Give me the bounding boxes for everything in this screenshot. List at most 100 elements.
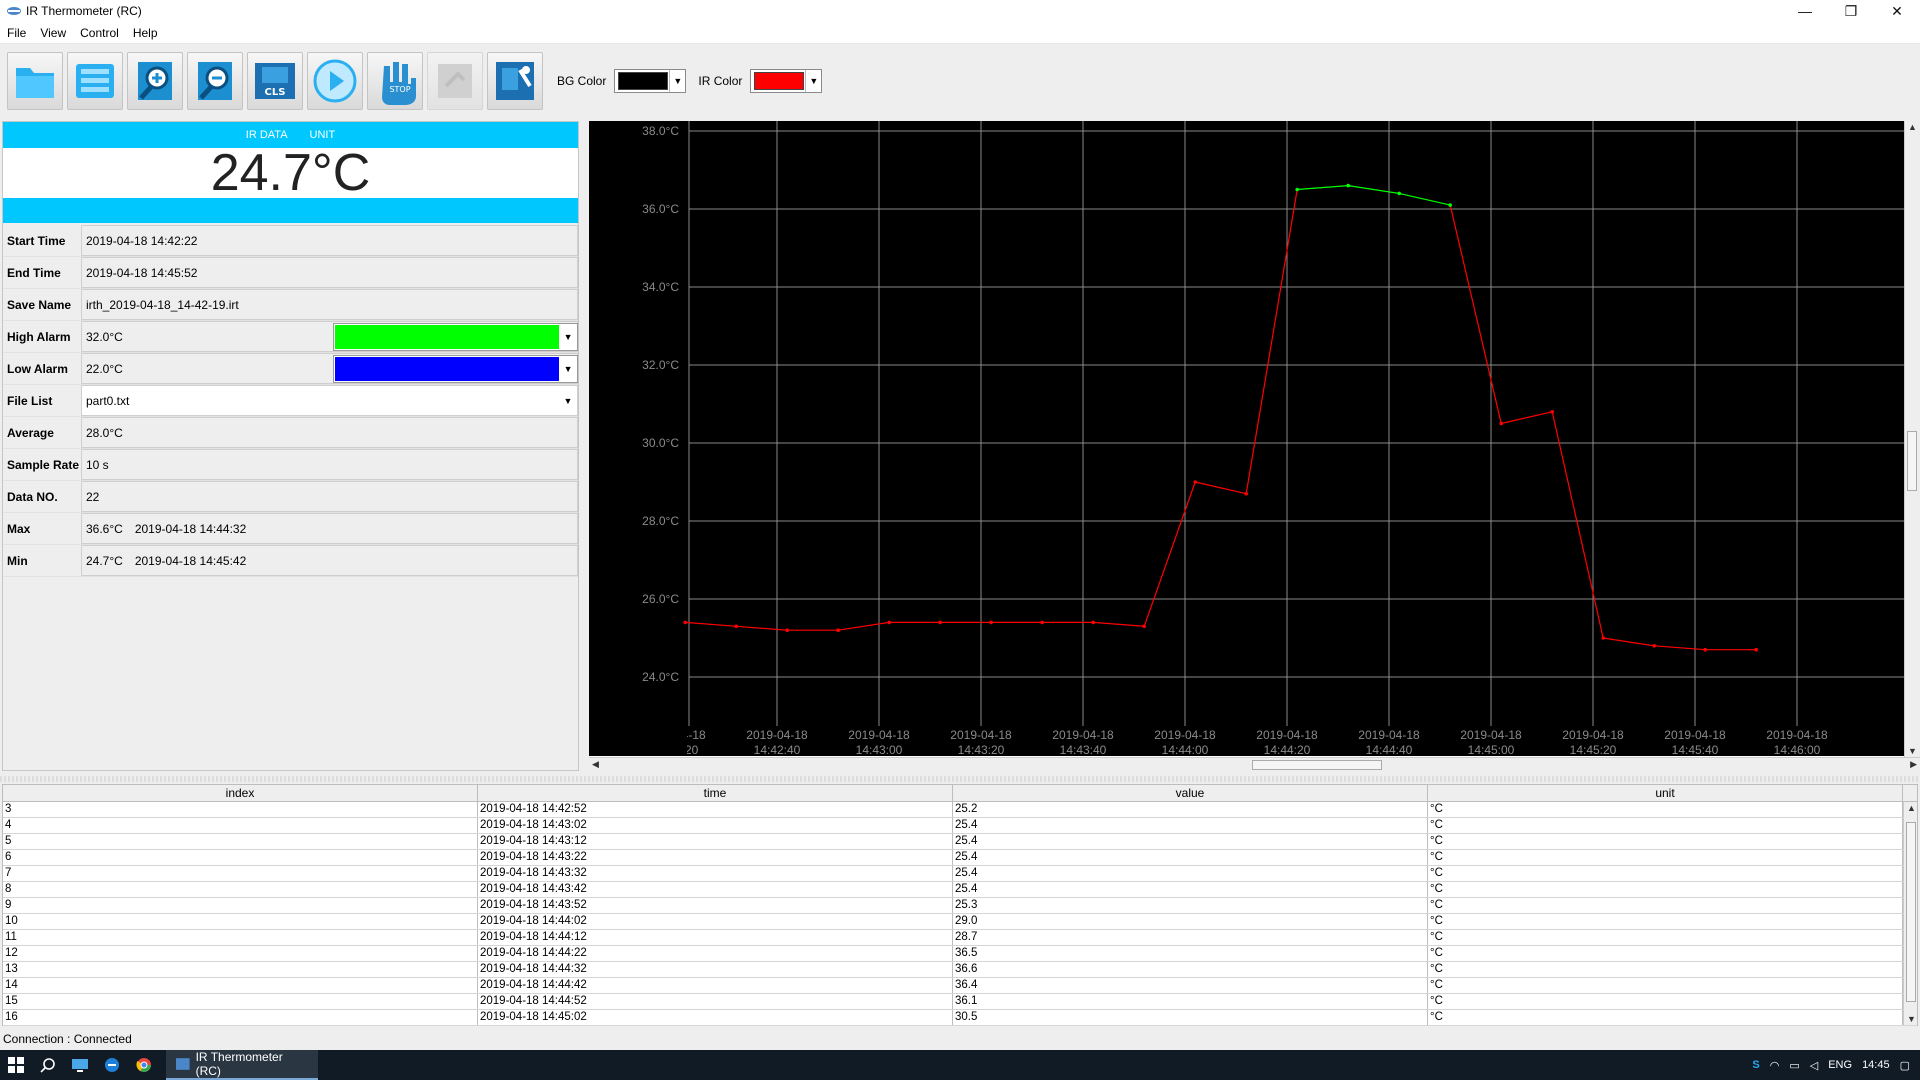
minimize-button[interactable]: — xyxy=(1782,0,1828,22)
table-row[interactable]: 4 2019-04-18 14:43:02 25.4 °C xyxy=(3,818,1917,834)
table-row[interactable]: 9 2019-04-18 14:43:52 25.3 °C xyxy=(3,898,1917,914)
scroll-down-icon[interactable]: ▼ xyxy=(1908,746,1917,756)
skype-icon[interactable]: S xyxy=(1752,1059,1759,1071)
series-segment xyxy=(1449,204,1502,424)
data-no-label: Data NO. xyxy=(7,489,58,504)
table-row[interactable]: 11 2019-04-18 14:44:12 28.7 °C xyxy=(3,930,1917,946)
menu-file[interactable]: File xyxy=(0,26,33,40)
taskbar: IR Thermometer (RC) S ◠ ▭ ◁ ENG 14:45 ▢ xyxy=(0,1050,1920,1080)
stop-label: STOP xyxy=(389,85,410,94)
table-row[interactable]: 6 2019-04-18 14:43:22 25.4 °C xyxy=(3,850,1917,866)
app-icon xyxy=(7,7,21,15)
y-tick-label: 28.0°C xyxy=(642,514,679,528)
battery-icon[interactable]: ▭ xyxy=(1789,1059,1799,1072)
chart-vscroll-thumb[interactable] xyxy=(1907,431,1917,491)
menu-help[interactable]: Help xyxy=(126,26,165,40)
low-alarm-color-select[interactable]: ▼ xyxy=(333,355,578,383)
table-row[interactable]: 3 2019-04-18 14:42:52 25.2 °C xyxy=(3,802,1917,818)
scroll-down-icon[interactable]: ▼ xyxy=(1907,1014,1916,1024)
save-button[interactable] xyxy=(67,52,123,110)
wifi-icon[interactable]: ◠ xyxy=(1770,1059,1780,1072)
chart-horizontal-scrollbar[interactable]: ◀ ▶ xyxy=(589,757,1920,771)
ir-color-select[interactable]: ▼ xyxy=(750,69,823,93)
y-tick-label: 26.0°C xyxy=(642,592,679,606)
cell-unit: °C xyxy=(1428,850,1903,865)
col-index-header[interactable]: index xyxy=(3,785,478,801)
desktop-icon[interactable] xyxy=(64,1050,96,1080)
x-tick-time: 14:44:00 xyxy=(1162,743,1209,756)
col-value-header[interactable]: value xyxy=(953,785,1428,801)
table-row[interactable]: 14 2019-04-18 14:44:42 36.4 °C xyxy=(3,978,1917,994)
start-time-label: Start Time xyxy=(7,233,66,248)
cell-value: 25.3 xyxy=(953,898,1428,913)
chrome-icon[interactable] xyxy=(128,1050,160,1080)
col-unit-header[interactable]: unit xyxy=(1428,785,1903,801)
table-row[interactable]: 13 2019-04-18 14:44:32 36.6 °C xyxy=(3,962,1917,978)
scroll-up-icon[interactable]: ▲ xyxy=(1907,803,1916,813)
table-scroll-thumb[interactable] xyxy=(1906,822,1916,1002)
data-point xyxy=(1295,187,1299,192)
clock[interactable]: 14:45 xyxy=(1862,1059,1890,1071)
file-list-select[interactable]: part0.txt ▼ xyxy=(81,385,578,416)
zoom-out-button[interactable] xyxy=(187,52,243,110)
device-button-disabled[interactable] xyxy=(427,52,483,110)
ir-color-swatch xyxy=(754,72,805,90)
chart-vertical-scrollbar[interactable]: ▲ ▼ xyxy=(1904,121,1918,757)
table-row[interactable]: 16 2019-04-18 14:45:02 30.5 °C xyxy=(3,1010,1917,1026)
table-scrollbar[interactable]: ▲ ▼ xyxy=(1903,802,1917,1025)
max-row: Max 36.6°C 2019-04-18 14:44:32 xyxy=(3,513,578,545)
bg-color-select[interactable]: ▼ xyxy=(614,69,687,93)
table-row[interactable]: 5 2019-04-18 14:43:12 25.4 °C xyxy=(3,834,1917,850)
device-settings-button[interactable] xyxy=(487,52,543,110)
scroll-up-icon[interactable]: ▲ xyxy=(1908,122,1917,132)
panel-splitter[interactable] xyxy=(0,776,1920,782)
zoom-in-button[interactable] xyxy=(127,52,183,110)
x-tick-time: 14:45:40 xyxy=(1672,743,1719,756)
table-row[interactable]: 12 2019-04-18 14:44:22 36.5 °C xyxy=(3,946,1917,962)
table-row[interactable]: 7 2019-04-18 14:43:32 25.4 °C xyxy=(3,866,1917,882)
sample-rate-value: 10 s xyxy=(81,449,578,480)
high-alarm-color-swatch xyxy=(335,325,560,349)
search-icon[interactable] xyxy=(32,1050,64,1080)
x-tick-date: 2019-04-18 xyxy=(848,728,910,742)
stop-hand-icon: STOP xyxy=(382,62,416,105)
volume-icon[interactable]: ◁ xyxy=(1810,1059,1818,1072)
col-time-header[interactable]: time xyxy=(478,785,953,801)
x-tick-time: 14:44:20 xyxy=(1264,743,1311,756)
cell-time: 2019-04-18 14:44:42 xyxy=(478,978,953,993)
series-segment xyxy=(1245,189,1298,494)
y-tick-label: 34.0°C xyxy=(642,280,679,294)
end-time-label: End Time xyxy=(7,265,61,280)
taskbar-app-label: IR Thermometer (RC) xyxy=(195,1050,283,1078)
x-tick-time: 14:45:00 xyxy=(1468,743,1515,756)
table-row[interactable]: 8 2019-04-18 14:43:42 25.4 °C xyxy=(3,882,1917,898)
series-segment xyxy=(1143,481,1196,627)
average-value: 28.0°C xyxy=(81,417,578,448)
language-indicator[interactable]: ENG xyxy=(1828,1059,1852,1071)
taskbar-app-ir-thermometer[interactable]: IR Thermometer (RC) xyxy=(166,1050,318,1080)
play-button[interactable] xyxy=(307,52,363,110)
min-time: 2019-04-18 14:45:42 xyxy=(134,553,247,568)
restore-button[interactable]: ❐ xyxy=(1828,0,1874,22)
table-row[interactable]: 15 2019-04-18 14:44:52 36.1 °C xyxy=(3,994,1917,1010)
chart-scroll-thumb[interactable] xyxy=(1252,760,1382,770)
close-button[interactable]: ✕ xyxy=(1874,0,1920,22)
cell-value: 36.5 xyxy=(953,946,1428,961)
scroll-right-icon[interactable]: ▶ xyxy=(1910,759,1917,770)
edge-browser-icon[interactable] xyxy=(96,1050,128,1080)
table-row[interactable]: 10 2019-04-18 14:44:02 29.0 °C xyxy=(3,914,1917,930)
cell-time: 2019-04-18 14:42:52 xyxy=(478,802,953,817)
menu-view[interactable]: View xyxy=(33,26,73,40)
x-tick-date: 2019-04-18 xyxy=(1052,728,1114,742)
stop-button[interactable]: STOP xyxy=(367,52,423,110)
high-alarm-color-select[interactable]: ▼ xyxy=(333,323,578,351)
clear-screen-button[interactable]: CLS xyxy=(247,52,303,110)
data-point xyxy=(683,620,687,625)
x-tick-time: 14:43:40 xyxy=(1060,743,1107,756)
windows-start-icon[interactable] xyxy=(0,1050,32,1080)
scroll-left-icon[interactable]: ◀ xyxy=(592,759,599,770)
open-button[interactable] xyxy=(7,52,63,110)
notification-icon[interactable]: ▢ xyxy=(1900,1059,1910,1072)
cell-index: 5 xyxy=(3,834,478,849)
menu-control[interactable]: Control xyxy=(73,26,126,40)
